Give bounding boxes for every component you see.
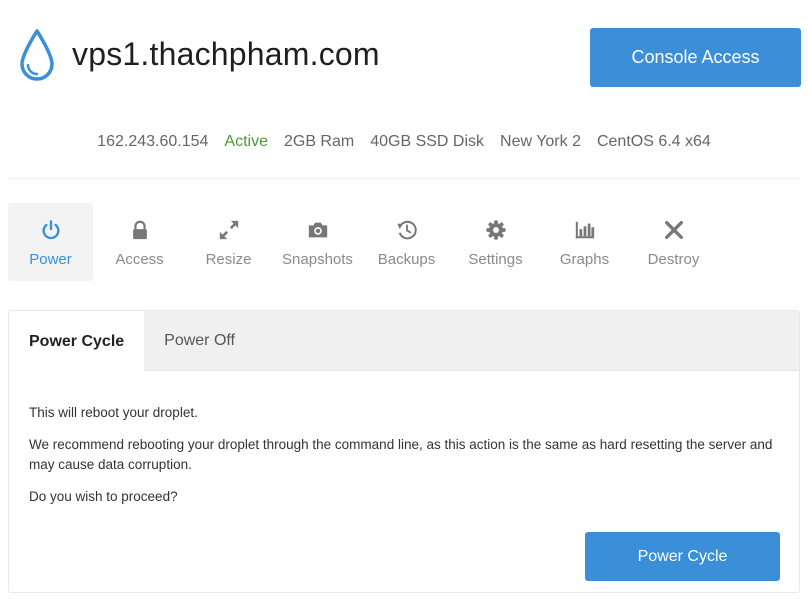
gear-icon (485, 220, 506, 240)
camera-icon (308, 222, 327, 238)
nav-item-access[interactable]: Access (97, 203, 182, 281)
nav-item-label: Settings (468, 251, 523, 268)
nav-item-label: Power (29, 251, 72, 268)
panel-body: This will reboot your droplet. We recomm… (9, 371, 799, 507)
x-icon (664, 221, 683, 239)
bar-chart-icon (575, 221, 594, 239)
nav-item-label: Access (115, 251, 164, 268)
history-icon (396, 220, 417, 240)
lock-icon (132, 220, 147, 240)
status-badge: Active (224, 133, 268, 150)
console-access-button[interactable]: Console Access (590, 28, 801, 87)
nav-item-label: Graphs (559, 251, 610, 268)
disk-info: 40GB SSD Disk (370, 133, 485, 150)
ip-address: 162.243.60.154 (97, 133, 209, 150)
nav-item-power[interactable]: Power (8, 203, 93, 281)
nav-item-backups[interactable]: Backups (364, 203, 449, 281)
nav-item-settings[interactable]: Settings (453, 203, 538, 281)
droplet-header: vps1.thachpham.com Console Access (0, 0, 808, 120)
power-cycle-button[interactable]: Power Cycle (585, 532, 780, 581)
divider (8, 178, 800, 179)
droplet-meta: 162.243.60.154 Active 2GB Ram 40GB SSD D… (0, 133, 808, 151)
nav-item-graphs[interactable]: Graphs (542, 203, 627, 281)
nav-item-label: Destroy (647, 251, 700, 268)
ram-info: 2GB Ram (283, 133, 355, 150)
droplet-nav: Power Access Resize Snapshots Backups Se… (8, 203, 720, 281)
nav-item-label: Resize (205, 251, 252, 268)
power-icon (41, 220, 60, 240)
proceed-question: Do you wish to proceed? (29, 489, 178, 504)
region-info: New York 2 (500, 133, 581, 150)
nav-item-label: Snapshots (282, 251, 353, 268)
resize-icon (219, 220, 238, 240)
reboot-notice: This will reboot your droplet. (29, 405, 198, 420)
nav-item-destroy[interactable]: Destroy (631, 203, 716, 281)
page-title: vps1.thachpham.com (72, 36, 380, 72)
nav-item-resize[interactable]: Resize (186, 203, 271, 281)
power-panel: Power Cycle Power Off This will reboot y… (8, 310, 800, 593)
tab-power-cycle[interactable]: Power Cycle (9, 311, 145, 372)
os-info: CentOS 6.4 x64 (596, 133, 711, 150)
power-tabs: Power Cycle Power Off (9, 311, 799, 372)
recommendation-text: We recommend rebooting your droplet thro… (29, 437, 773, 472)
nav-item-label: Backups (377, 251, 436, 268)
droplet-icon (20, 29, 54, 81)
tab-power-off[interactable]: Power Off (144, 311, 255, 371)
nav-item-snapshots[interactable]: Snapshots (275, 203, 360, 281)
